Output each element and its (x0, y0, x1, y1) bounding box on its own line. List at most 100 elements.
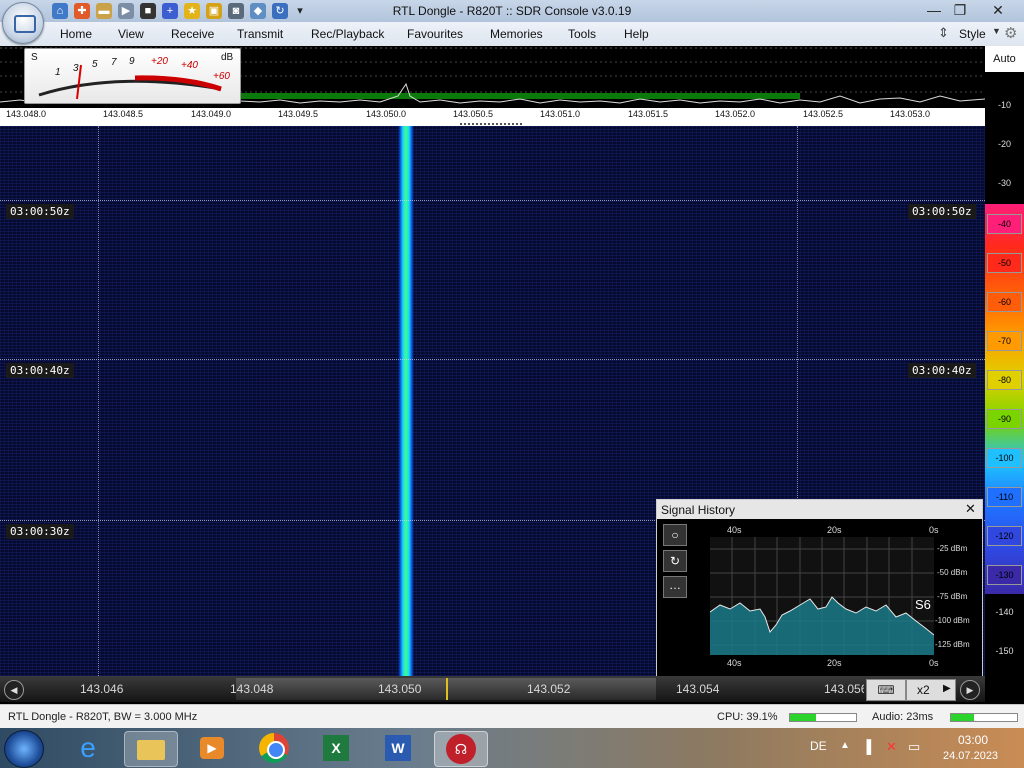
freq-tick: 143.048.0 (6, 109, 47, 119)
waterfall-time-label: 03:00:40z (6, 363, 74, 378)
waterfall-gridline (98, 126, 99, 676)
keyboard-icon[interactable]: ⌨ (866, 679, 906, 701)
s-meter: S dB 1 3 5 7 9 +20 +40 +60 (24, 48, 241, 104)
auto-scale-button[interactable]: Auto (985, 46, 1024, 72)
reset-icon[interactable]: ↻ (663, 550, 687, 572)
audio-bar (950, 713, 1018, 722)
waterfall-time-label: 03:00:50z (6, 204, 74, 219)
language-indicator[interactable]: DE (810, 739, 827, 753)
menu-home[interactable]: Home (60, 27, 92, 41)
tuning-freq: 143.054 (676, 682, 720, 696)
tuning-freq: 143.052 (527, 682, 571, 696)
lock-icon[interactable]: ▣ (206, 3, 222, 19)
show-hidden-icons-icon[interactable]: ▲ (840, 740, 850, 751)
db-scale-label: -50 (987, 253, 1022, 273)
chrome-icon[interactable] (248, 731, 300, 765)
menu-transmit[interactable]: Transmit (237, 27, 283, 41)
zoom-dropdown[interactable]: x2 ▶ (906, 679, 956, 701)
style-dropdown-icon[interactable]: ▼ (992, 26, 1001, 36)
sh-bottom-time: 40s (727, 658, 742, 668)
tray-usb-icon[interactable]: ▐ (862, 739, 871, 754)
db-scale-label: -40 (987, 214, 1022, 234)
freq-tick: 143.050.5 (453, 109, 494, 119)
close-button[interactable]: ✕ (976, 0, 1020, 20)
scroll-right-icon[interactable]: ▶ (960, 680, 980, 700)
freq-tick: 143.049.5 (278, 109, 319, 119)
play-icon[interactable]: ▶ (118, 3, 134, 19)
db-scale-label: -150 (995, 646, 1014, 656)
db-scale-label: -100 (987, 448, 1022, 468)
freq-tick: 143.051.5 (628, 109, 669, 119)
db-scale-label: -90 (987, 409, 1022, 429)
style-arrows-icon[interactable]: ⇕ (938, 25, 949, 41)
db-scale-label: -120 (987, 526, 1022, 546)
menu-rec-playback[interactable]: Rec/Playback (311, 27, 384, 41)
tuning-freq: 143.056 (824, 682, 864, 696)
word-icon[interactable]: W (372, 731, 424, 765)
clock-time[interactable]: 03:00 (958, 733, 988, 747)
app-logo-icon (14, 15, 36, 33)
add-icon[interactable]: + (162, 3, 178, 19)
sdr-console-taskbar-icon[interactable]: ☊ (434, 731, 488, 767)
record-circle-icon[interactable]: ○ (663, 524, 687, 546)
db-scale-label: -70 (987, 331, 1022, 351)
db-scale-label: -60 (987, 292, 1022, 312)
db-scale-label: -20 (997, 139, 1011, 149)
audio-status: Audio: 23ms (872, 711, 934, 723)
signal-history-panel: Signal History ✕ ○ ↻ … 40s 20s 0s 40s 20… (656, 499, 983, 677)
clock-date[interactable]: 24.07.2023 (943, 750, 998, 762)
folder-icon[interactable]: ▬ (96, 3, 112, 19)
s-scale-plus20: +20 (151, 56, 168, 67)
maximize-button[interactable]: ❐ (946, 0, 974, 20)
more-options-icon[interactable]: … (663, 576, 687, 598)
freq-tick: 143.052.5 (803, 109, 844, 119)
waterfall-gridline (0, 200, 985, 201)
file-explorer-icon[interactable] (124, 731, 178, 767)
scroll-left-icon[interactable]: ◀ (4, 680, 24, 700)
internet-explorer-icon[interactable]: e (62, 731, 114, 765)
db-scale-label: -30 (997, 178, 1011, 188)
db-scale-label: -140 (995, 607, 1014, 617)
start-button[interactable] (4, 730, 44, 768)
menu-memories[interactable]: Memories (490, 27, 543, 41)
settings-gear-icon[interactable]: ⚙ (1004, 24, 1017, 42)
style-menu[interactable]: Style (959, 27, 986, 41)
tuning-freq: 143.048 (230, 682, 274, 696)
freq-tick: 143.053.0 (890, 109, 931, 119)
freq-tick: 143.048.5 (103, 109, 144, 119)
camera-icon[interactable]: ◙ (228, 3, 244, 19)
db-scale-label: -130 (987, 565, 1022, 585)
stop-icon[interactable]: ■ (140, 3, 156, 19)
waterfall-time-label-right: 03:00:40z (908, 363, 976, 378)
zoom-value: x2 (917, 683, 930, 697)
sh-top-time: 40s (727, 525, 742, 535)
waterfall-gridline (0, 359, 985, 360)
tray-network-icon[interactable]: ✕ (886, 739, 897, 755)
spectrum-display[interactable]: S dB 1 3 5 7 9 +20 +40 +60 (0, 46, 985, 108)
drop-icon[interactable]: ◆ (250, 3, 266, 19)
tuning-bar[interactable]: ◀ 143.046 143.048 143.050 143.052 143.05… (0, 676, 985, 702)
menu-help[interactable]: Help (624, 27, 649, 41)
db-scale-label: -80 (987, 370, 1022, 390)
signal-history-close-icon[interactable]: ✕ (965, 501, 976, 517)
signal-history-title: Signal History (661, 503, 736, 517)
zoom-arrow-icon: ▶ (943, 683, 951, 694)
menu-view[interactable]: View (118, 27, 144, 41)
excel-icon[interactable]: X (310, 731, 362, 765)
media-player-icon[interactable]: ▶ (186, 731, 238, 765)
menu-receive[interactable]: Receive (171, 27, 214, 41)
menu-tools[interactable]: Tools (568, 27, 596, 41)
menu-favourites[interactable]: Favourites (407, 27, 463, 41)
minimize-button[interactable]: — (920, 0, 948, 20)
scale-footer (985, 676, 1024, 702)
star-icon[interactable]: ★ (184, 3, 200, 19)
home-icon[interactable]: ⌂ (52, 3, 68, 19)
refresh-icon[interactable]: ↻ (272, 3, 288, 19)
quick-access-dropdown-icon[interactable]: ▾ (292, 3, 308, 19)
help-ring-icon[interactable]: ✚ (74, 3, 90, 19)
tuning-marker[interactable] (446, 678, 448, 700)
freq-tick: 143.051.0 (540, 109, 581, 119)
dbm-label: -75 dBm (937, 592, 968, 601)
app-menu-button[interactable] (2, 2, 44, 44)
tray-volume-icon[interactable]: ▭ (908, 739, 920, 755)
